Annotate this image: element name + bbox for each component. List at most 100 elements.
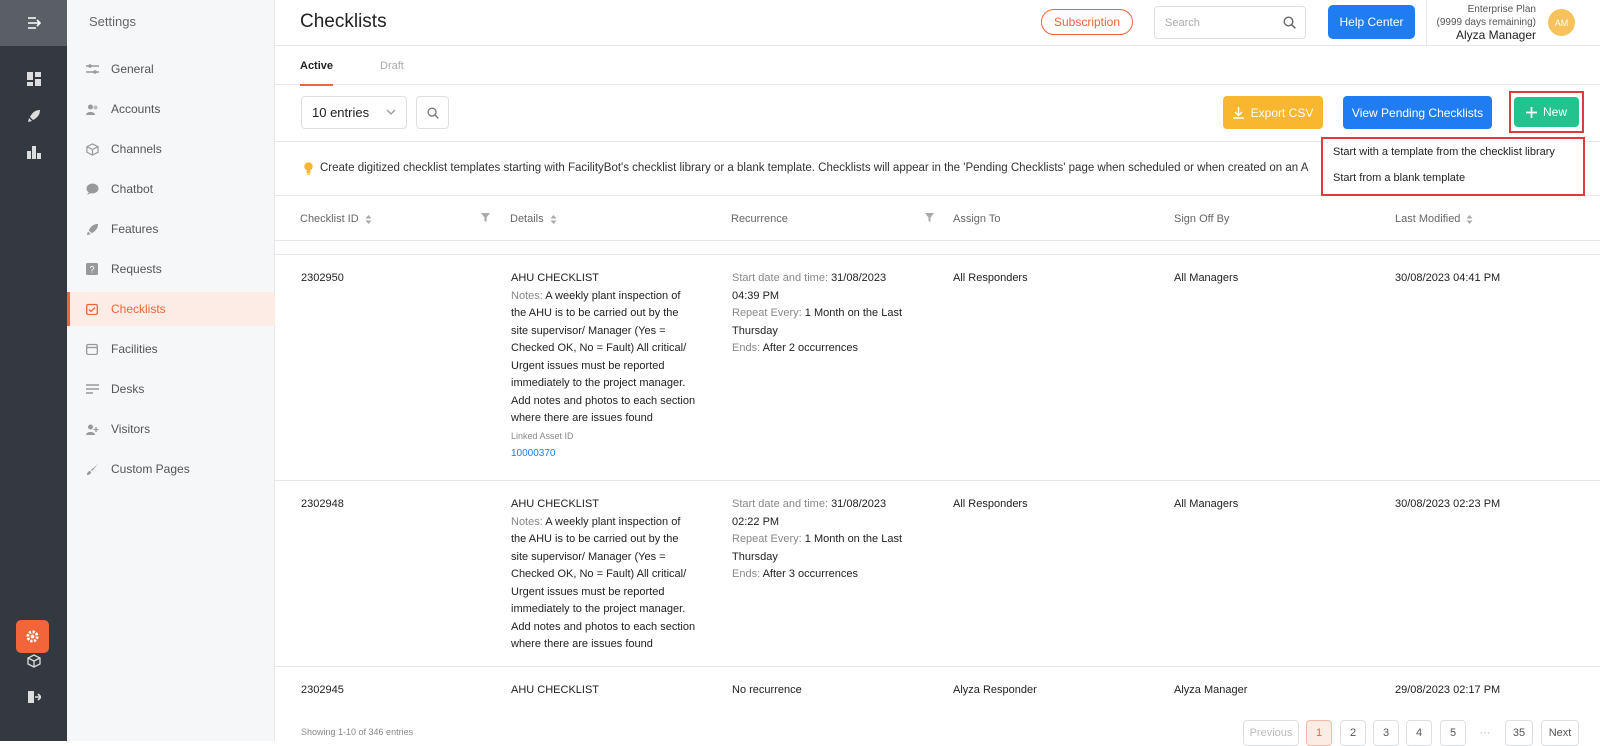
building-button[interactable] [0, 137, 67, 167]
sidebar-item-label: Accounts [111, 102, 161, 116]
checklist-title: AHU CHECKLIST [511, 272, 600, 284]
ends-value: After 3 occurrences [762, 568, 858, 580]
notes-text: the AHU is to be carried out by the [511, 533, 679, 545]
dashboard-icon [26, 72, 41, 86]
notes-text: where there are issues found [511, 412, 653, 424]
filter-icon[interactable] [481, 213, 490, 222]
sidebar-item-facilities[interactable]: Facilities [67, 332, 275, 366]
export-csv-button[interactable]: Export CSV [1223, 96, 1323, 129]
sidebar-item-label: Desks [111, 382, 145, 396]
tab-bar: Active Draft [275, 47, 1600, 86]
new-button-label: New [1542, 105, 1567, 119]
table-search-button[interactable] [416, 96, 449, 129]
notes-text: A weekly plant inspection of [545, 289, 681, 302]
recurrence-info: Start date and time: 31/08/2023 04:39 PM… [732, 270, 932, 358]
checklist-icon [85, 302, 99, 316]
sidebar-item-label: Chatbot [111, 182, 154, 196]
column-header-sign-off-by: Sign Off By [1174, 213, 1230, 225]
column-header-assign-to: Assign To [953, 213, 1001, 225]
sidebar-item-label: Requests [111, 262, 162, 276]
filter-icon[interactable] [925, 213, 934, 222]
avatar[interactable]: AM [1548, 9, 1575, 36]
last-modified: 29/08/2023 02:17 PM [1395, 684, 1501, 696]
checklist-id: 2302950 [301, 272, 344, 284]
menu-item-template-library[interactable]: Start with a template from the checklist… [1333, 146, 1555, 158]
download-icon [1232, 106, 1244, 119]
question-icon: ? [85, 262, 99, 276]
checklist-details: AHU CHECKLIST Notes: A weekly plant insp… [511, 270, 711, 463]
notes-line: Notes: A weekly plant inspection of [511, 514, 711, 532]
pagination-previous[interactable]: Previous [1243, 720, 1299, 746]
notes-text: immediately to the project manager. [511, 377, 686, 389]
linked-asset-link[interactable]: 10000370 [511, 445, 711, 463]
row-divider [275, 480, 1600, 481]
search-input[interactable] [1155, 7, 1275, 38]
menu-item-blank-template[interactable]: Start from a blank template [1333, 172, 1465, 184]
pagination-page[interactable]: 35 [1505, 720, 1533, 746]
tab-draft[interactable]: Draft [380, 60, 404, 72]
start-time: 02:22 PM [732, 515, 780, 528]
view-pending-checklists-button[interactable]: View Pending Checklists [1343, 96, 1492, 129]
sidebar-item-desks[interactable]: Desks [67, 372, 275, 406]
sidebar-item-channels[interactable]: Channels [67, 132, 275, 166]
last-modified: 30/08/2023 02:23 PM [1395, 498, 1501, 510]
brush-icon [85, 462, 99, 476]
search-icon[interactable] [1283, 16, 1296, 29]
logout-button[interactable] [0, 682, 67, 712]
sidebar-item-visitors[interactable]: Visitors [67, 412, 275, 446]
tab-active[interactable]: Active [300, 60, 334, 86]
sidebar-item-custom-pages[interactable]: Custom Pages [67, 452, 275, 486]
assign-to: Alyza Responder [953, 684, 1037, 696]
settings-sidebar: Settings General Accounts Channels Chatb… [67, 0, 275, 741]
column-header-last-modified[interactable]: Last Modified [1395, 213, 1473, 225]
sign-off-by: All Managers [1174, 272, 1239, 284]
page-title: Checklists [300, 11, 387, 32]
sidebar-item-label: General [111, 62, 154, 76]
desk-icon [85, 382, 99, 396]
ends-value: After 2 occurrences [762, 342, 858, 354]
sidebar-item-requests[interactable]: ? Requests [67, 252, 275, 286]
sidebar-item-chatbot[interactable]: Chatbot [67, 172, 275, 206]
user-name[interactable]: Alyza Manager [1437, 29, 1536, 42]
column-header-id[interactable]: Checklist ID [300, 213, 372, 225]
sidebar-item-label: Custom Pages [111, 462, 190, 476]
sort-icon [550, 214, 557, 224]
repeat-label: Repeat Every: [732, 307, 802, 319]
chevron-down-icon [386, 109, 396, 115]
svg-text:?: ? [89, 265, 94, 275]
rocket-button[interactable] [0, 101, 67, 131]
checklist-details: AHU CHECKLIST Notes: A weekly plant insp… [511, 496, 711, 654]
menu-expand-button[interactable] [0, 0, 67, 46]
cube-button[interactable] [0, 646, 67, 676]
pagination-page[interactable]: 3 [1373, 720, 1399, 746]
linked-asset-label: Linked Asset ID [511, 430, 574, 441]
ends-label: Ends: [732, 342, 761, 354]
entries-summary: Showing 1-10 of 346 entries [301, 727, 414, 737]
entries-select[interactable]: 10 entries [301, 96, 407, 129]
pagination-page[interactable]: 2 [1340, 720, 1366, 746]
notes-text: where there are issues found [511, 638, 653, 650]
pagination-page[interactable]: 1 [1306, 720, 1332, 746]
new-button-highlight: New [1509, 91, 1584, 133]
plan-info: Enterprise Plan (9999 days remaining) Al… [1437, 3, 1537, 42]
sidebar-item-label: Channels [111, 142, 162, 156]
help-center-button[interactable]: Help Center [1328, 5, 1415, 39]
pagination-page[interactable]: 5 [1440, 720, 1466, 746]
new-button[interactable]: New [1514, 97, 1579, 127]
dashboard-button[interactable] [0, 64, 67, 94]
notes-text: Urgent issues must be reported [511, 359, 665, 372]
repeat-value-cont: Thursday [732, 550, 778, 563]
menu-expand-icon [27, 17, 41, 29]
sidebar-item-checklists[interactable]: Checklists [67, 292, 275, 326]
sidebar-item-features[interactable]: Features [67, 212, 275, 246]
pagination-page[interactable]: 4 [1406, 720, 1432, 746]
column-header-details[interactable]: Details [510, 213, 557, 225]
sidebar-item-accounts[interactable]: Accounts [67, 92, 275, 126]
recurrence-info: Start date and time: 31/08/2023 02:22 PM… [732, 496, 932, 584]
ends-label: Ends: [732, 568, 761, 580]
pagination-next[interactable]: Next [1541, 720, 1579, 746]
subscription-button[interactable]: Subscription [1041, 9, 1133, 35]
sidebar-item-general[interactable]: General [67, 52, 275, 86]
notes-text: Checked OK, No = Fault) All critical/ [511, 568, 687, 580]
sidebar-item-label: Facilities [111, 342, 158, 356]
